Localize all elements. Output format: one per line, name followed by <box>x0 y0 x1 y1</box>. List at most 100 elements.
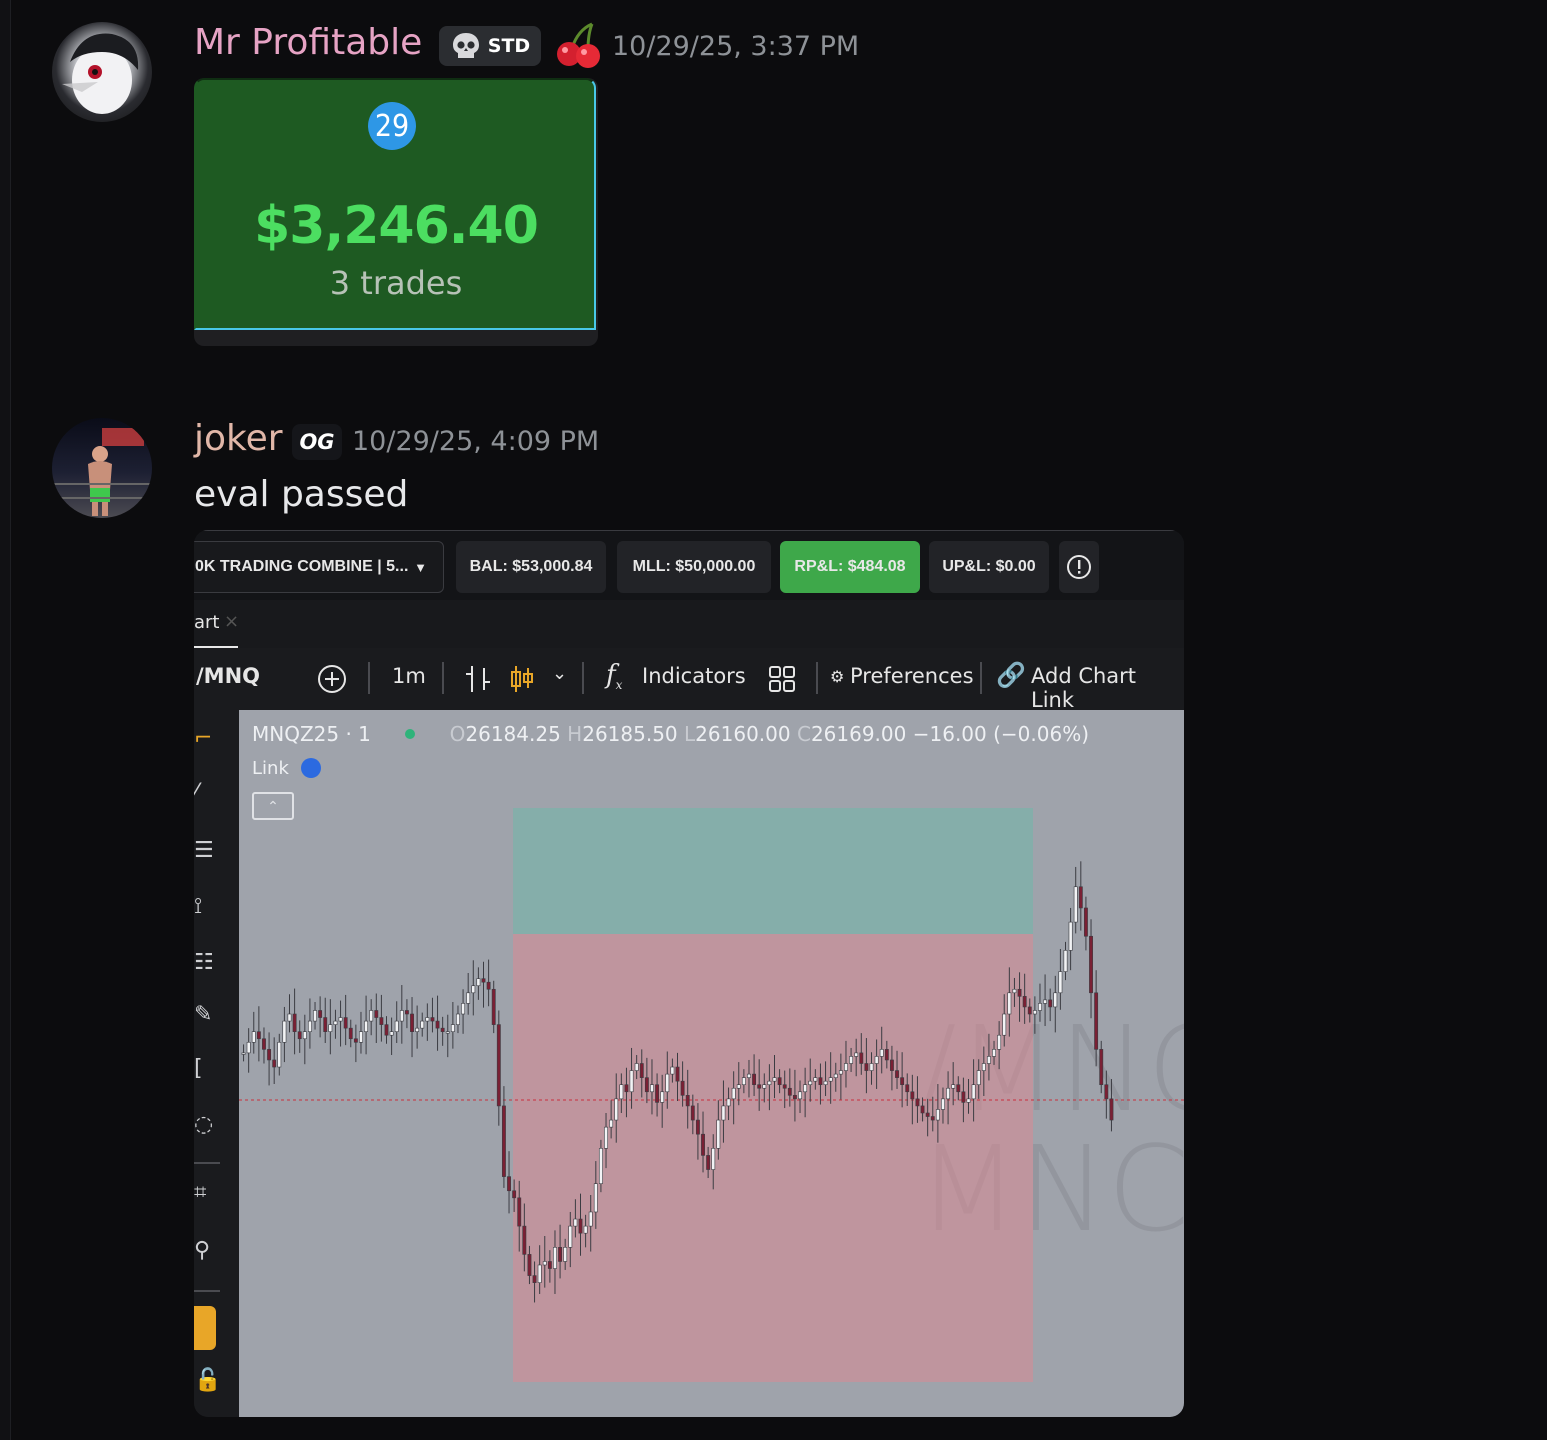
candle-body <box>399 1010 404 1022</box>
candle-body <box>711 1148 716 1170</box>
candle-body <box>440 1027 445 1032</box>
crosshair-icon[interactable]: ⌐ <box>194 726 212 751</box>
chart-tab[interactable]: art × <box>194 600 239 649</box>
brush-icon[interactable]: ✎ <box>194 1002 212 1027</box>
low-label: L <box>684 722 696 746</box>
candle-body <box>313 1010 317 1022</box>
ticker-label: MNQZ25 · 1 <box>252 722 371 746</box>
pattern-icon[interactable]: ⟟ <box>194 894 202 919</box>
chart-toolbar: /MNQ 1m ⌄ fx Indicators ⚙ Preferences 🔗 … <box>194 648 1184 712</box>
preferences-button[interactable]: Preferences <box>850 664 974 688</box>
close-icon[interactable]: × <box>224 611 239 632</box>
candle-body <box>655 1084 660 1103</box>
magnet-icon[interactable] <box>194 1306 216 1350</box>
role-badge[interactable]: STD <box>439 26 541 66</box>
message-timestamp[interactable]: 10/29/25, 3:37 PM <box>612 31 859 62</box>
avatar[interactable] <box>52 418 152 518</box>
zoom-icon[interactable]: ⚲ <box>194 1238 210 1263</box>
layout-grid-icon[interactable] <box>768 665 796 693</box>
chart-plot-area[interactable] <box>239 710 1184 1417</box>
trade-count: 3 trades <box>329 264 463 302</box>
link-icon[interactable]: 🔗 <box>996 661 1026 689</box>
candle-body <box>384 1024 389 1036</box>
candle-body <box>935 1109 940 1121</box>
indicators-button[interactable]: Indicators <box>642 664 746 688</box>
candle-body <box>501 1105 506 1177</box>
gear-icon[interactable]: ⚙ <box>830 667 844 686</box>
candle-body <box>1063 950 1068 972</box>
sidebar-divider <box>194 1290 220 1292</box>
realized-pnl-pill: RP&L: $484.08 <box>780 541 920 593</box>
candle-body <box>1043 999 1048 1004</box>
candle-body <box>767 1080 772 1086</box>
alert-circle-icon <box>1067 555 1091 579</box>
candle-body <box>874 1056 879 1064</box>
candle-body <box>1068 921 1073 951</box>
candle-body <box>307 1020 312 1032</box>
candle-body <box>456 1013 460 1025</box>
info-button[interactable] <box>1059 541 1099 593</box>
collapse-legend-button[interactable]: ⌃ <box>252 792 294 820</box>
trading-screenshot-image[interactable]: 0K TRADING COMBINE | 5... ▼ BAL: $53,000… <box>194 530 1184 1417</box>
candle-body <box>828 1077 833 1082</box>
candle-body <box>910 1091 915 1100</box>
pnl-card-image[interactable]: 29 $3,246.40 3 trades <box>194 78 598 346</box>
candle-body <box>624 1084 629 1093</box>
ruler-icon[interactable]: ⌗ <box>194 1180 206 1205</box>
fib-icon[interactable]: ☰ <box>194 838 214 863</box>
emoji-icon[interactable]: ◌ <box>194 1112 213 1137</box>
candle-body <box>481 978 486 983</box>
candle-body <box>951 1084 956 1089</box>
candle-body <box>808 1080 813 1086</box>
candle-body <box>558 1247 563 1262</box>
candle-body <box>542 1261 547 1266</box>
symbol-selector[interactable]: /MNQ <box>196 664 260 688</box>
candle-body <box>1058 971 1063 994</box>
candle-style-icon[interactable] <box>508 664 536 694</box>
candle-body <box>736 1084 741 1089</box>
candle-body <box>798 1091 802 1100</box>
link-row[interactable]: Link <box>252 758 321 779</box>
candle-body <box>272 1059 277 1068</box>
text-icon[interactable]: [ <box>194 1056 203 1081</box>
stop-loss-zone <box>513 934 1033 1382</box>
candle-body <box>527 1254 532 1276</box>
candle-body <box>1109 1098 1114 1121</box>
interval-selector[interactable]: 1m <box>392 664 426 688</box>
author-name[interactable]: joker <box>194 418 283 459</box>
account-selector[interactable]: 0K TRADING COMBINE | 5... ▼ <box>194 541 444 593</box>
chevron-down-icon[interactable]: ⌄ <box>552 663 567 684</box>
add-chart-link-button[interactable]: Add Chart Link <box>1031 664 1184 712</box>
toolbar-divider <box>980 662 982 694</box>
drawing-tools-sidebar: ⌐ ⁄ ☰ ⟟ ☷ ✎ [ ◌ ⌗ ⚲ 🔓 <box>194 710 239 1417</box>
candle-body <box>859 1052 864 1064</box>
candle-body <box>813 1077 818 1082</box>
author-name[interactable]: Mr Profitable <box>194 22 422 63</box>
bar-style-icon[interactable] <box>464 664 492 694</box>
projection-icon[interactable]: ☷ <box>194 950 214 975</box>
candle-body <box>471 985 476 994</box>
candle-body <box>318 1010 323 1018</box>
candle-body <box>1094 992 1099 1050</box>
candle-body <box>915 1098 920 1107</box>
avatar[interactable] <box>52 22 152 122</box>
message-timestamp[interactable]: 10/29/25, 4:09 PM <box>352 426 599 457</box>
candle-body <box>394 1020 399 1032</box>
candle-body <box>517 1197 522 1227</box>
candle-body <box>267 1049 272 1061</box>
lock-icon[interactable]: 🔓 <box>194 1368 221 1393</box>
candle-body <box>787 1087 792 1096</box>
add-symbol-icon[interactable] <box>316 663 348 695</box>
trend-line-icon[interactable]: ⁄ <box>194 780 198 805</box>
candle-body <box>803 1084 808 1093</box>
candle-body <box>466 992 471 1004</box>
candle-body <box>430 1017 435 1022</box>
candle-body <box>721 1105 726 1121</box>
close-value: 26169.00 <box>810 722 907 746</box>
candle-body <box>369 1010 374 1022</box>
function-icon[interactable]: fx <box>606 660 622 692</box>
role-badge[interactable]: OG <box>292 424 342 460</box>
candle-body <box>665 1073 670 1093</box>
candle-body <box>757 1084 762 1089</box>
price-chart[interactable]: /MNC MNC MNQZ25 · 1 O26184.25 H26185.50 … <box>239 710 1184 1417</box>
